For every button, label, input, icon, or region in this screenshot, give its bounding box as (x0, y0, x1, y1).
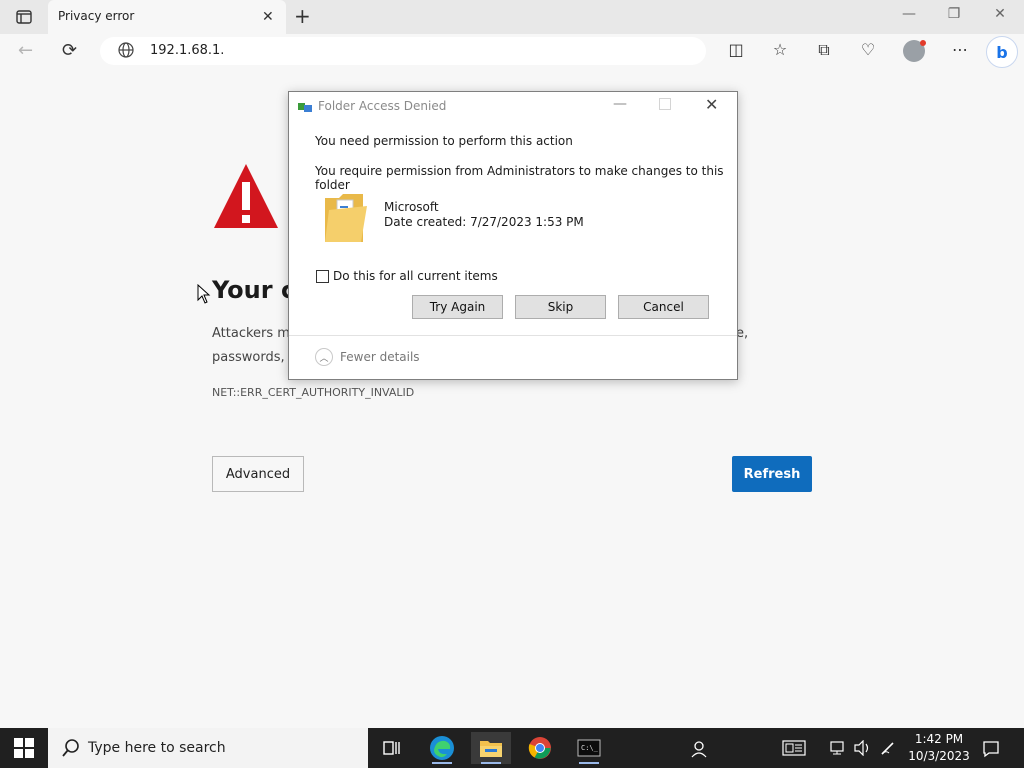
reload-icon[interactable]: ⟳ (62, 40, 77, 61)
dialog-divider (289, 335, 737, 336)
apply-all-checkbox[interactable] (316, 270, 329, 283)
error-code[interactable]: NET::ERR_CERT_AUTHORITY_INVALID (212, 386, 414, 399)
command-prompt-icon[interactable]: C:\_ (569, 732, 609, 764)
dialog-message: You need permission to perform this acti… (315, 134, 573, 148)
svg-text:C:\_: C:\_ (581, 744, 599, 752)
file-explorer-icon[interactable] (471, 732, 511, 764)
explorer-running-indicator (481, 762, 501, 764)
page-paragraph-line2: passwords, n (212, 350, 297, 365)
performance-icon[interactable]: ♡ (856, 40, 880, 62)
fewer-details-toggle[interactable]: Fewer details (340, 350, 420, 364)
url-text[interactable]: 192.1.68.1. (150, 43, 224, 58)
dialog-close-icon[interactable]: ✕ (705, 95, 718, 114)
file-move-icon (298, 103, 312, 112)
more-menu-icon[interactable]: ⋯ (948, 40, 972, 62)
search-placeholder[interactable]: Type here to search (88, 740, 226, 756)
try-again-button[interactable]: Try Again (412, 295, 503, 319)
news-widget-icon[interactable] (782, 740, 806, 760)
people-icon[interactable] (690, 740, 708, 762)
svg-text:b: b (996, 43, 1007, 62)
mouse-cursor-icon (197, 284, 211, 304)
skip-button[interactable]: Skip (515, 295, 606, 319)
tab-title: Privacy error (58, 9, 135, 23)
collections-icon[interactable]: ⧉ (812, 40, 836, 62)
volume-icon[interactable] (854, 739, 872, 760)
chevron-up-icon[interactable]: ︿ (315, 348, 333, 366)
folder-access-denied-dialog: Folder Access Denied — ✕ You need permis… (288, 91, 738, 380)
dialog-maximize-icon (659, 98, 671, 110)
globe-icon (118, 42, 134, 58)
item-name: Microsoft (384, 200, 439, 214)
edge-running-indicator (432, 762, 452, 764)
tab-actions-icon[interactable] (10, 6, 38, 28)
back-icon[interactable]: ← (18, 40, 33, 61)
tab-privacy-error[interactable]: Privacy error ✕ (48, 0, 286, 34)
network-icon[interactable] (830, 740, 848, 760)
clock-time[interactable]: 1:42 PM (905, 732, 973, 746)
cancel-button[interactable]: Cancel (618, 295, 709, 319)
close-window-icon[interactable]: ✕ (988, 6, 1012, 26)
advanced-button[interactable]: Advanced (212, 456, 304, 492)
bing-chat-icon[interactable]: b (986, 36, 1018, 68)
profile-badge (920, 40, 926, 46)
clock-date[interactable]: 10/3/2023 (905, 749, 973, 763)
folder-icon (325, 194, 367, 242)
new-tab-icon[interactable]: + (294, 4, 311, 28)
page-paragraph-line1: Attackers mi (212, 326, 294, 341)
chrome-icon[interactable] (520, 732, 560, 764)
cmd-running-indicator (579, 762, 599, 764)
restore-icon[interactable]: ❐ (942, 6, 966, 26)
search-icon (62, 739, 79, 757)
tab-close-icon[interactable]: ✕ (262, 9, 274, 25)
apply-all-label[interactable]: Do this for all current items (333, 269, 498, 283)
refresh-button[interactable]: Refresh (732, 456, 812, 492)
dialog-title: Folder Access Denied (318, 99, 447, 113)
task-view-icon[interactable] (372, 732, 412, 764)
minimize-icon[interactable]: — (897, 6, 921, 26)
dialog-minimize-icon[interactable]: — (613, 96, 627, 112)
windows-start-icon[interactable] (14, 738, 34, 758)
favorites-icon[interactable]: ☆ (768, 40, 792, 62)
notifications-icon[interactable] (982, 740, 1000, 762)
edge-icon[interactable] (422, 732, 462, 764)
warning-icon (214, 164, 278, 228)
split-screen-icon[interactable]: ◫ (724, 40, 748, 62)
pen-icon[interactable] (880, 740, 896, 760)
dialog-detail: You require permission from Administrato… (315, 164, 724, 192)
item-date: Date created: 7/27/2023 1:53 PM (384, 215, 584, 229)
